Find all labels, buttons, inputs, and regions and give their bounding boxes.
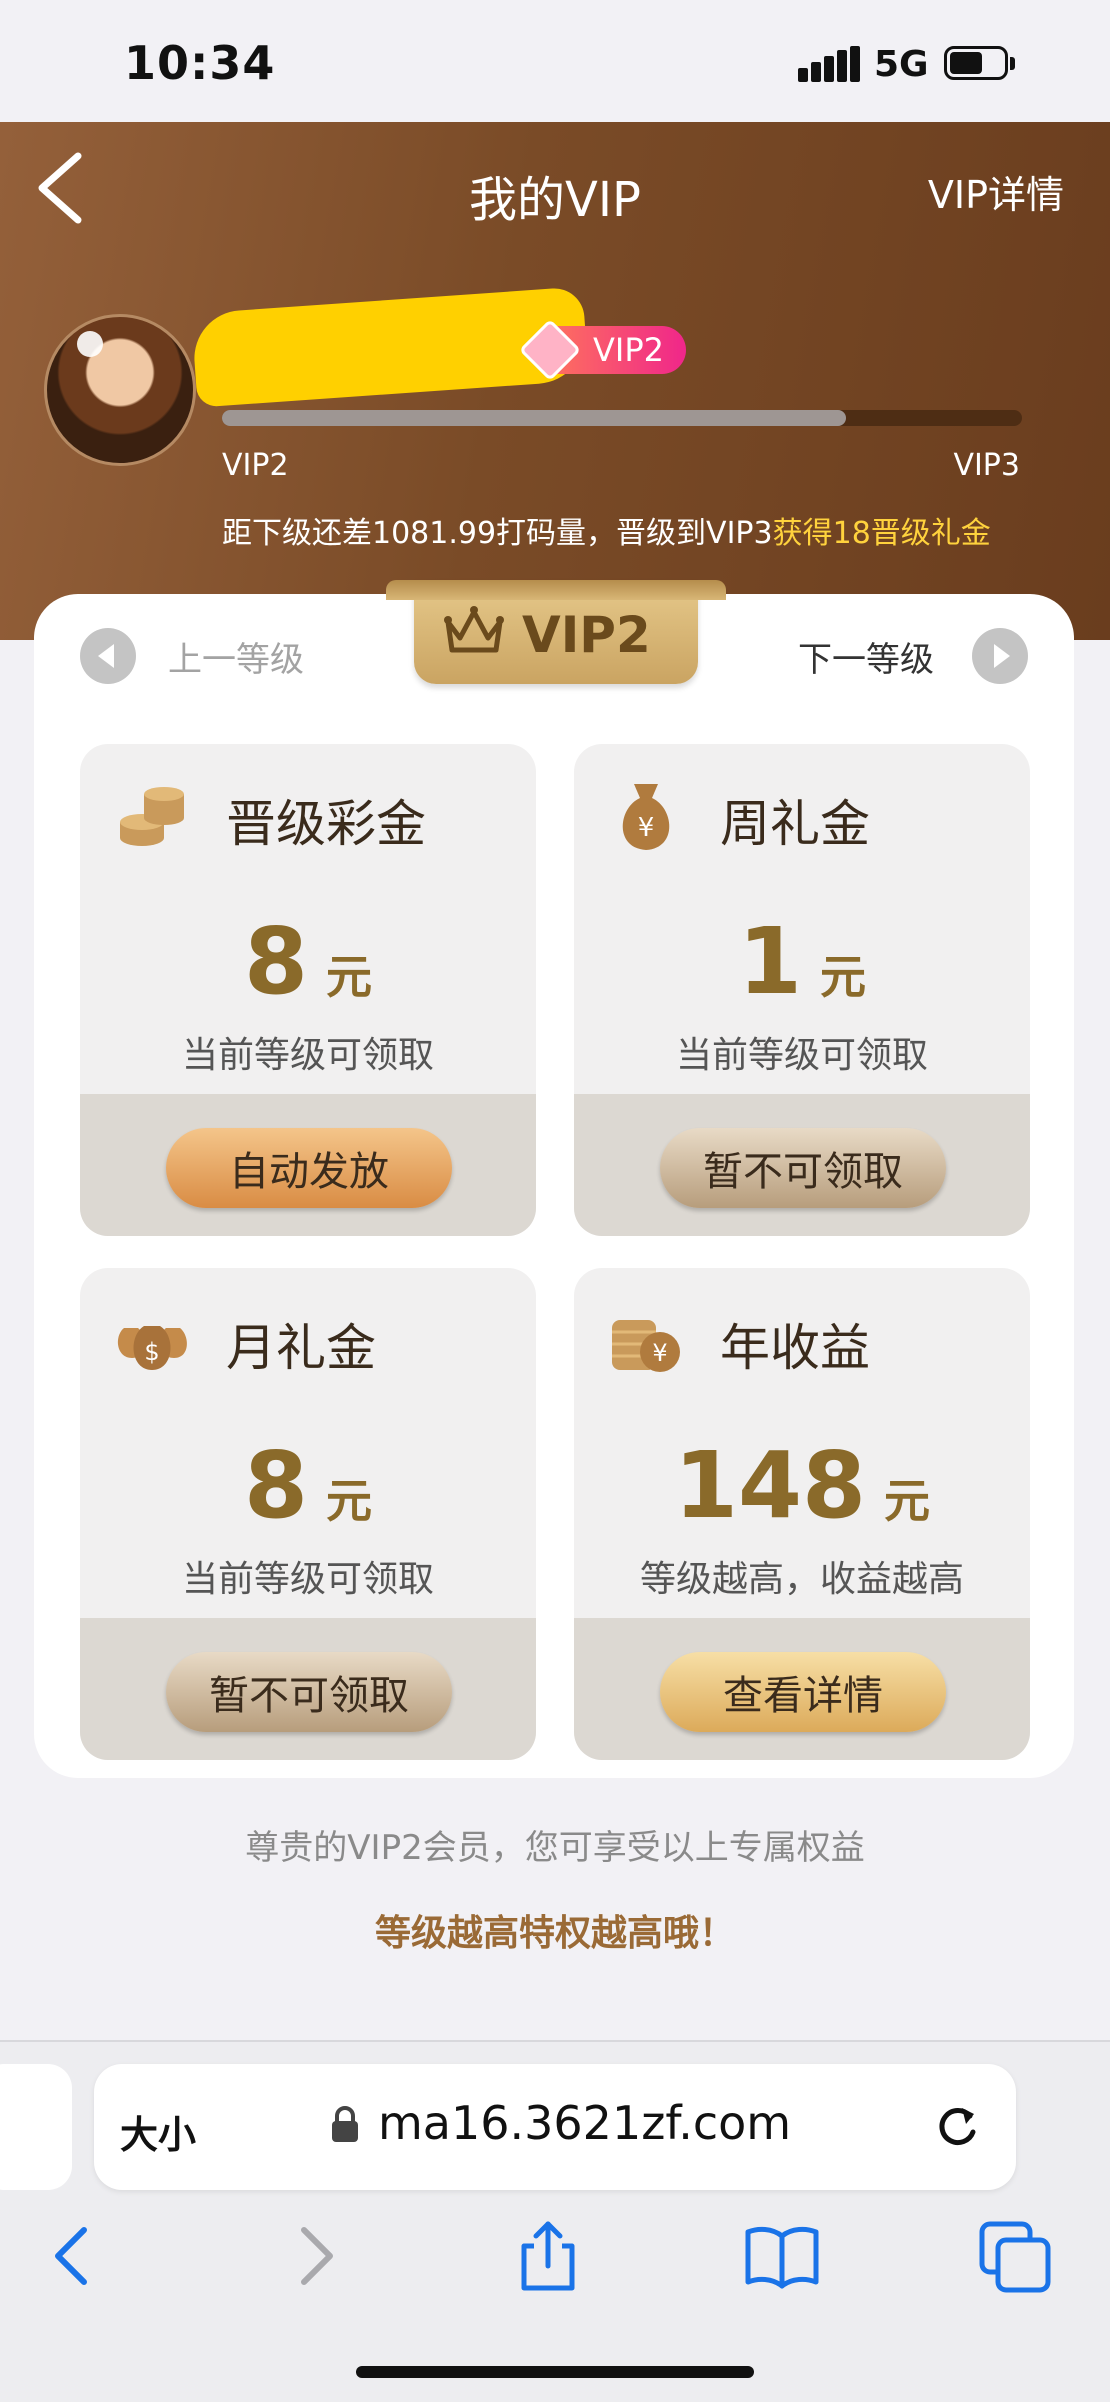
- triangle-left-icon: [98, 644, 114, 668]
- promo-slogan: 等级越高特权越高哦！: [374, 1913, 735, 1954]
- svg-text:$: $: [144, 1338, 159, 1366]
- view-details-button[interactable]: 查看详情: [660, 1652, 946, 1732]
- avatar[interactable]: [44, 314, 196, 466]
- benefit-amount: 148 元: [673, 1432, 931, 1539]
- reload-icon[interactable]: [932, 2102, 982, 2152]
- money-bag-yen-icon: ¥: [622, 784, 670, 850]
- benefit-desc: 等级越高，收益越高: [639, 1559, 964, 1600]
- upgrade-reward-highlight: 获得18晋级礼金: [772, 516, 991, 551]
- signal-icon: [798, 46, 860, 82]
- status-time: 10:34: [124, 36, 276, 90]
- benefit-monthly-bonus: $ 月礼金 8元 当前等级可领取 暂不可领取: [80, 1268, 536, 1760]
- current-level-label: VIP2: [222, 448, 289, 483]
- text-size-button[interactable]: 大小: [120, 2104, 196, 2159]
- benefit-title: 月礼金: [226, 1319, 376, 1377]
- benefit-upgrade-bonus: 晋级彩金 8元 当前等级可领取 自动发放: [80, 744, 536, 1236]
- home-indicator: [356, 2366, 754, 2378]
- browser-forward-icon[interactable]: [274, 2216, 354, 2296]
- next-level-label[interactable]: 下一等级: [798, 632, 934, 681]
- battery-icon: [944, 46, 1018, 82]
- benefit-title: 周礼金: [720, 795, 870, 853]
- lock-icon: [332, 2106, 358, 2142]
- vip-badge: VIP2: [518, 318, 686, 382]
- benefit-weekly-bonus: ¥ 周礼金 1元 当前等级可领取 暂不可领取: [574, 744, 1030, 1236]
- benefit-desc: 当前等级可领取: [675, 1035, 928, 1076]
- benefit-amount: 8元: [243, 1432, 372, 1539]
- benefit-title: 晋级彩金: [226, 795, 426, 853]
- triangle-right-icon: [994, 644, 1010, 668]
- previous-tab-preview[interactable]: [0, 2064, 72, 2190]
- upgrade-note: 距下级还差1081.99打码量，晋级到VIP3获得18晋级礼金: [222, 508, 991, 552]
- tabs-icon[interactable]: [976, 2216, 1056, 2296]
- weekly-claim-button[interactable]: 暂不可领取: [660, 1128, 946, 1208]
- auto-payout-button[interactable]: 自动发放: [166, 1128, 452, 1208]
- coin-stack-icon: [120, 787, 184, 846]
- crown-icon: [444, 606, 504, 653]
- vip-detail-link[interactable]: VIP详情: [928, 164, 1064, 219]
- vip-badge-label: VIP2: [593, 331, 664, 369]
- level-progress-fill: [222, 410, 846, 426]
- current-level-name: VIP2: [522, 606, 651, 664]
- prev-level-label[interactable]: 上一等级: [168, 632, 304, 681]
- benefit-desc: 当前等级可领取: [181, 1035, 434, 1076]
- level-progress-bar: [222, 410, 1022, 426]
- bookmarks-icon[interactable]: [742, 2216, 822, 2296]
- benefit-amount: 8元: [243, 908, 372, 1015]
- coin-yen-icon: ¥: [612, 1320, 680, 1372]
- status-bar: 10:34 5G: [0, 0, 1110, 122]
- benefit-annual-earnings: ¥ 年收益 148 元 等级越高，收益越高 查看详情: [574, 1268, 1030, 1760]
- benefit-amount: 1元: [737, 908, 866, 1015]
- member-benefits-note: 尊贵的VIP2会员，您可享受以上专属权益: [245, 1828, 865, 1868]
- svg-text:¥: ¥: [638, 813, 655, 843]
- monthly-claim-button[interactable]: 暂不可领取: [166, 1652, 452, 1732]
- upgrade-note-text: 距下级还差1081.99打码量，晋级到VIP3: [222, 516, 773, 551]
- money-bags-dollar-icon: $: [117, 1326, 187, 1370]
- next-level-label: VIP3: [953, 448, 1020, 483]
- current-level-tab: VIP2: [386, 580, 726, 684]
- next-level-button[interactable]: [972, 628, 1028, 684]
- benefit-desc: 当前等级可领取: [181, 1559, 434, 1600]
- browser-back-icon[interactable]: [34, 2216, 114, 2296]
- svg-text:¥: ¥: [652, 1339, 667, 1367]
- network-label: 5G: [874, 44, 929, 85]
- url-text[interactable]: ma16.3621zf.com: [378, 2096, 791, 2150]
- prev-level-button[interactable]: [80, 628, 136, 684]
- address-bar[interactable]: 大小 ma16.3621zf.com: [94, 2064, 1016, 2190]
- share-icon[interactable]: [508, 2216, 588, 2296]
- benefit-title: 年收益: [720, 1319, 870, 1377]
